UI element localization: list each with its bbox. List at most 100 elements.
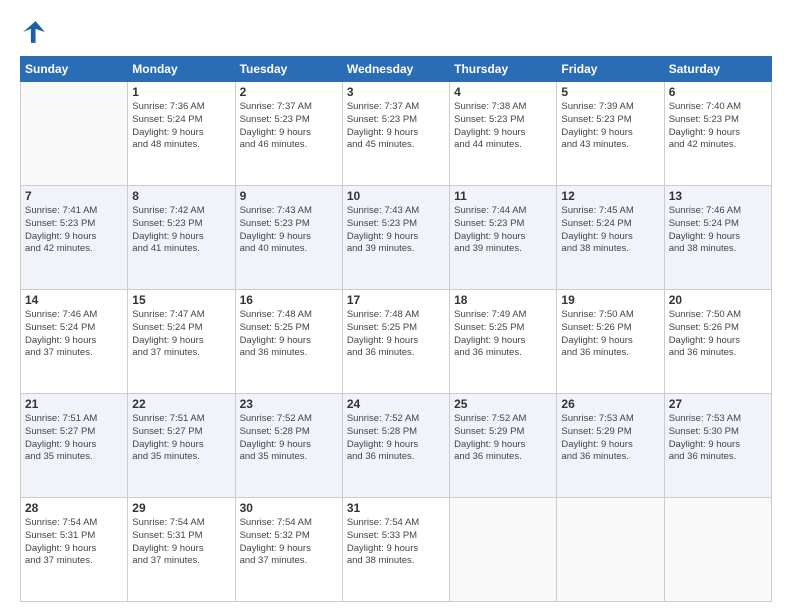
day-number: 3 [347,85,445,99]
page: SundayMondayTuesdayWednesdayThursdayFrid… [0,0,792,612]
day-info: Sunrise: 7:44 AMSunset: 5:23 PMDaylight:… [454,205,552,256]
day-info: Sunrise: 7:52 AMSunset: 5:28 PMDaylight:… [240,413,338,464]
day-info: Sunrise: 7:45 AMSunset: 5:24 PMDaylight:… [561,205,659,256]
day-info: Sunrise: 7:54 AMSunset: 5:31 PMDaylight:… [132,517,230,568]
day-number: 29 [132,501,230,515]
day-cell: 30 Sunrise: 7:54 AMSunset: 5:32 PMDayligh… [235,498,342,602]
day-number: 27 [669,397,767,411]
day-number: 9 [240,189,338,203]
day-info: Sunrise: 7:53 AMSunset: 5:30 PMDaylight:… [669,413,767,464]
day-info: Sunrise: 7:42 AMSunset: 5:23 PMDaylight:… [132,205,230,256]
day-number: 18 [454,293,552,307]
logo [20,18,54,46]
day-info: Sunrise: 7:46 AMSunset: 5:24 PMDaylight:… [25,309,123,360]
day-cell: 2Sunrise: 7:37 AMSunset: 5:23 PMDaylight… [235,82,342,186]
header [20,18,772,46]
day-info: Sunrise: 7:54 AMSunset: 5:32 PMDaylight:… [240,517,338,568]
day-number: 12 [561,189,659,203]
day-cell: 28Sunrise: 7:54 AMSunset: 5:31 PMDayligh… [21,498,128,602]
day-number: 4 [454,85,552,99]
day-cell: 4 Sunrise: 7:38 AMSunset: 5:23 PMDaylight… [450,82,557,186]
day-number: 15 [132,293,230,307]
day-cell: 26Sunrise: 7:53 AMSunset: 5:29 PMDayligh… [557,394,664,498]
day-cell: 11 Sunrise: 7:44 AMSunset: 5:23 PMDayligh… [450,186,557,290]
day-info: Sunrise: 7:43 AMSunset: 5:23 PMDaylight:… [347,205,445,256]
day-info: Sunrise: 7:54 AMSunset: 5:31 PMDaylight:… [25,517,123,568]
day-cell: 10 Sunrise: 7:43 AMSunset: 5:23 PMDayligh… [342,186,449,290]
week-row-2: 14 Sunrise: 7:46 AMSunset: 5:24 PMDayligh… [21,290,772,394]
day-cell: 5 Sunrise: 7:39 AMSunset: 5:23 PMDaylight… [557,82,664,186]
header-monday: Monday [128,57,235,82]
calendar-table: SundayMondayTuesdayWednesdayThursdayFrid… [20,56,772,602]
day-cell: 8 Sunrise: 7:42 AMSunset: 5:23 PMDaylight… [128,186,235,290]
day-cell: 23 Sunrise: 7:52 AMSunset: 5:28 PMDayligh… [235,394,342,498]
day-number: 16 [240,293,338,307]
day-cell: 9Sunrise: 7:43 AMSunset: 5:23 PMDaylight… [235,186,342,290]
day-cell: 20 Sunrise: 7:50 AMSunset: 5:26 PMDayligh… [664,290,771,394]
week-row-4: 28Sunrise: 7:54 AMSunset: 5:31 PMDayligh… [21,498,772,602]
day-cell [450,498,557,602]
day-number: 11 [454,189,552,203]
day-cell: 15 Sunrise: 7:47 AMSunset: 5:24 PMDayligh… [128,290,235,394]
week-row-1: 7Sunrise: 7:41 AMSunset: 5:23 PMDaylight… [21,186,772,290]
day-info: Sunrise: 7:40 AMSunset: 5:23 PMDaylight:… [669,101,767,152]
header-thursday: Thursday [450,57,557,82]
day-number: 25 [454,397,552,411]
day-number: 31 [347,501,445,515]
day-info: Sunrise: 7:38 AMSunset: 5:23 PMDaylight:… [454,101,552,152]
day-info: Sunrise: 7:36 AMSunset: 5:24 PMDaylight:… [132,101,230,152]
day-info: Sunrise: 7:48 AMSunset: 5:25 PMDaylight:… [240,309,338,360]
day-number: 22 [132,397,230,411]
day-cell: 14 Sunrise: 7:46 AMSunset: 5:24 PMDayligh… [21,290,128,394]
header-sunday: Sunday [21,57,128,82]
day-info: Sunrise: 7:50 AMSunset: 5:26 PMDaylight:… [561,309,659,360]
day-number: 8 [132,189,230,203]
day-info: Sunrise: 7:48 AMSunset: 5:25 PMDaylight:… [347,309,445,360]
day-cell: 7Sunrise: 7:41 AMSunset: 5:23 PMDaylight… [21,186,128,290]
header-row: SundayMondayTuesdayWednesdayThursdayFrid… [21,57,772,82]
day-info: Sunrise: 7:50 AMSunset: 5:26 PMDaylight:… [669,309,767,360]
day-number: 13 [669,189,767,203]
day-info: Sunrise: 7:39 AMSunset: 5:23 PMDaylight:… [561,101,659,152]
day-info: Sunrise: 7:47 AMSunset: 5:24 PMDaylight:… [132,309,230,360]
day-cell: 1 Sunrise: 7:36 AMSunset: 5:24 PMDaylight… [128,82,235,186]
day-cell: 19 Sunrise: 7:50 AMSunset: 5:26 PMDayligh… [557,290,664,394]
day-number: 23 [240,397,338,411]
week-row-0: 1 Sunrise: 7:36 AMSunset: 5:24 PMDaylight… [21,82,772,186]
day-number: 24 [347,397,445,411]
day-number: 21 [25,397,123,411]
day-cell: 12 Sunrise: 7:45 AMSunset: 5:24 PMDayligh… [557,186,664,290]
day-cell: 3 Sunrise: 7:37 AMSunset: 5:23 PMDaylight… [342,82,449,186]
day-cell: 21 Sunrise: 7:51 AMSunset: 5:27 PMDayligh… [21,394,128,498]
header-friday: Friday [557,57,664,82]
day-info: Sunrise: 7:49 AMSunset: 5:25 PMDaylight:… [454,309,552,360]
day-number: 1 [132,85,230,99]
day-number: 6 [669,85,767,99]
day-number: 20 [669,293,767,307]
day-number: 14 [25,293,123,307]
day-cell [21,82,128,186]
day-number: 19 [561,293,659,307]
day-info: Sunrise: 7:37 AMSunset: 5:23 PMDaylight:… [240,101,338,152]
day-cell: 6 Sunrise: 7:40 AMSunset: 5:23 PMDaylight… [664,82,771,186]
day-info: Sunrise: 7:52 AMSunset: 5:29 PMDaylight:… [454,413,552,464]
day-number: 5 [561,85,659,99]
day-cell: 31 Sunrise: 7:54 AMSunset: 5:33 PMDayligh… [342,498,449,602]
day-cell: 29 Sunrise: 7:54 AMSunset: 5:31 PMDayligh… [128,498,235,602]
day-info: Sunrise: 7:37 AMSunset: 5:23 PMDaylight:… [347,101,445,152]
day-number: 10 [347,189,445,203]
day-number: 30 [240,501,338,515]
day-info: Sunrise: 7:51 AMSunset: 5:27 PMDaylight:… [25,413,123,464]
day-number: 17 [347,293,445,307]
day-cell: 16 Sunrise: 7:48 AMSunset: 5:25 PMDayligh… [235,290,342,394]
day-info: Sunrise: 7:51 AMSunset: 5:27 PMDaylight:… [132,413,230,464]
day-number: 7 [25,189,123,203]
day-cell: 24 Sunrise: 7:52 AMSunset: 5:28 PMDayligh… [342,394,449,498]
day-info: Sunrise: 7:52 AMSunset: 5:28 PMDaylight:… [347,413,445,464]
day-cell: 22 Sunrise: 7:51 AMSunset: 5:27 PMDayligh… [128,394,235,498]
header-saturday: Saturday [664,57,771,82]
day-cell [664,498,771,602]
header-wednesday: Wednesday [342,57,449,82]
day-info: Sunrise: 7:54 AMSunset: 5:33 PMDaylight:… [347,517,445,568]
day-number: 26 [561,397,659,411]
